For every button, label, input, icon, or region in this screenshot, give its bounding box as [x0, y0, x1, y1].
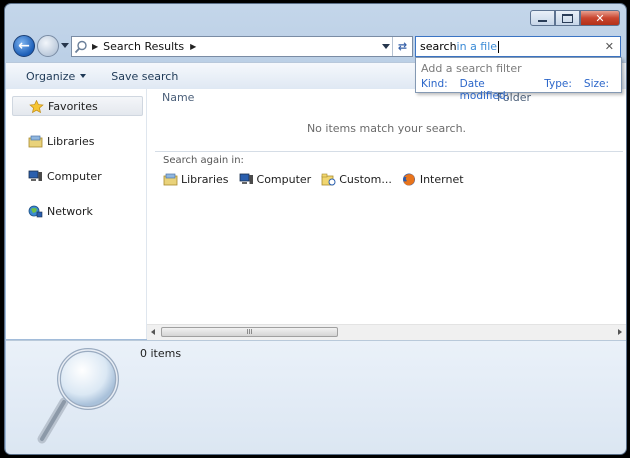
divider	[155, 151, 623, 152]
star-icon	[29, 99, 44, 113]
filter-date-modified[interactable]: Date modified:	[460, 78, 533, 102]
firefox-icon	[402, 173, 417, 186]
main-body: Favorites Libraries Computer Network Nam…	[6, 89, 626, 340]
organize-button[interactable]: Organize	[26, 69, 87, 83]
search-typed-text: search	[420, 40, 457, 53]
search-input[interactable]: search in a file ✕	[415, 36, 621, 57]
results-pane: Name Folder No items match your search. …	[147, 89, 626, 340]
search-again-label-text: Libraries	[181, 173, 229, 186]
refresh-icon: ⇄	[397, 40, 408, 53]
libraries-icon	[28, 135, 43, 148]
back-arrow-icon: ←	[18, 38, 30, 54]
sidebar-item-label: Computer	[47, 169, 102, 183]
address-history-dropdown[interactable]	[382, 44, 390, 49]
explorer-window: ✕ ← ▶ Search Results ▶ ⇄ search in a fil…	[4, 3, 627, 455]
text-caret	[498, 40, 500, 53]
refresh-button[interactable]: ⇄	[392, 37, 412, 56]
search-again-internet[interactable]: Internet	[402, 173, 464, 186]
maximize-button[interactable]	[555, 10, 580, 26]
search-again-computer[interactable]: Computer	[239, 173, 312, 186]
horizontal-scrollbar[interactable]: III	[147, 324, 626, 340]
filter-kind[interactable]: Kind:	[421, 78, 448, 102]
details-pane: 0 items	[6, 340, 626, 454]
maximize-icon	[562, 13, 573, 23]
save-search-button[interactable]: Save search	[111, 70, 178, 83]
custom-folder-icon	[321, 173, 336, 186]
search-hint-text: in a file	[456, 40, 498, 53]
search-filter-title: Add a search filter	[421, 62, 522, 75]
back-button[interactable]: ←	[13, 35, 35, 57]
sidebar-item-computer[interactable]: Computer	[12, 166, 143, 186]
breadcrumb-search-results[interactable]: Search Results	[103, 40, 184, 53]
caption-buttons: ✕	[530, 10, 620, 26]
scroll-grip-icon: III	[246, 328, 253, 336]
organize-label: Organize	[26, 69, 76, 83]
search-filter-options: Kind: Date modified: Type: Size:	[421, 78, 621, 102]
sidebar-item-favorites[interactable]: Favorites	[12, 96, 143, 116]
minimize-icon	[538, 19, 547, 22]
search-again-label: Search again in:	[163, 155, 244, 166]
sidebar-item-label: Favorites	[48, 99, 98, 113]
column-header-name[interactable]: Name	[162, 91, 194, 104]
scroll-right-icon[interactable]	[618, 329, 622, 335]
filter-size[interactable]: Size:	[584, 78, 609, 102]
close-icon: ✕	[595, 11, 605, 25]
computer-icon	[28, 170, 43, 183]
search-again-custom[interactable]: Custom...	[321, 173, 392, 186]
network-icon	[28, 205, 43, 218]
filter-type[interactable]: Type:	[544, 78, 572, 102]
libraries-icon	[163, 173, 178, 186]
sidebar-item-network[interactable]: Network	[12, 201, 143, 221]
search-again-libraries[interactable]: Libraries	[163, 173, 229, 186]
chevron-down-icon	[80, 74, 87, 78]
search-again-options: Libraries Computer Custom... Internet	[163, 173, 474, 186]
magnifier-icon	[34, 347, 124, 450]
minimize-button[interactable]	[530, 10, 555, 26]
breadcrumb-chevron-icon[interactable]: ▶	[92, 42, 98, 51]
breadcrumb-chevron-icon[interactable]: ▶	[190, 42, 196, 51]
search-filter-dropdown: Add a search filter Kind: Date modified:…	[415, 57, 622, 102]
item-count: 0 items	[140, 347, 182, 360]
navigation-pane: Favorites Libraries Computer Network	[6, 89, 147, 339]
search-folder-icon	[72, 37, 90, 56]
search-again-label-text: Internet	[419, 173, 464, 186]
close-button[interactable]: ✕	[580, 10, 620, 26]
sidebar-item-libraries[interactable]: Libraries	[12, 131, 143, 151]
sidebar-item-label: Libraries	[47, 134, 95, 148]
scroll-left-icon[interactable]	[151, 329, 155, 335]
recent-pages-dropdown[interactable]	[61, 43, 69, 48]
forward-button[interactable]	[37, 35, 59, 57]
scrollbar-thumb[interactable]: III	[161, 327, 338, 337]
computer-icon	[239, 173, 254, 186]
clear-search-button[interactable]: ✕	[605, 40, 614, 53]
search-again-label-text: Computer	[256, 173, 312, 186]
address-bar[interactable]: ▶ Search Results ▶ ⇄	[71, 36, 413, 57]
sidebar-item-label: Network	[47, 204, 93, 218]
search-again-label-text: Custom...	[339, 173, 392, 186]
empty-results-message: No items match your search.	[306, 122, 467, 135]
save-search-label: Save search	[111, 69, 179, 83]
